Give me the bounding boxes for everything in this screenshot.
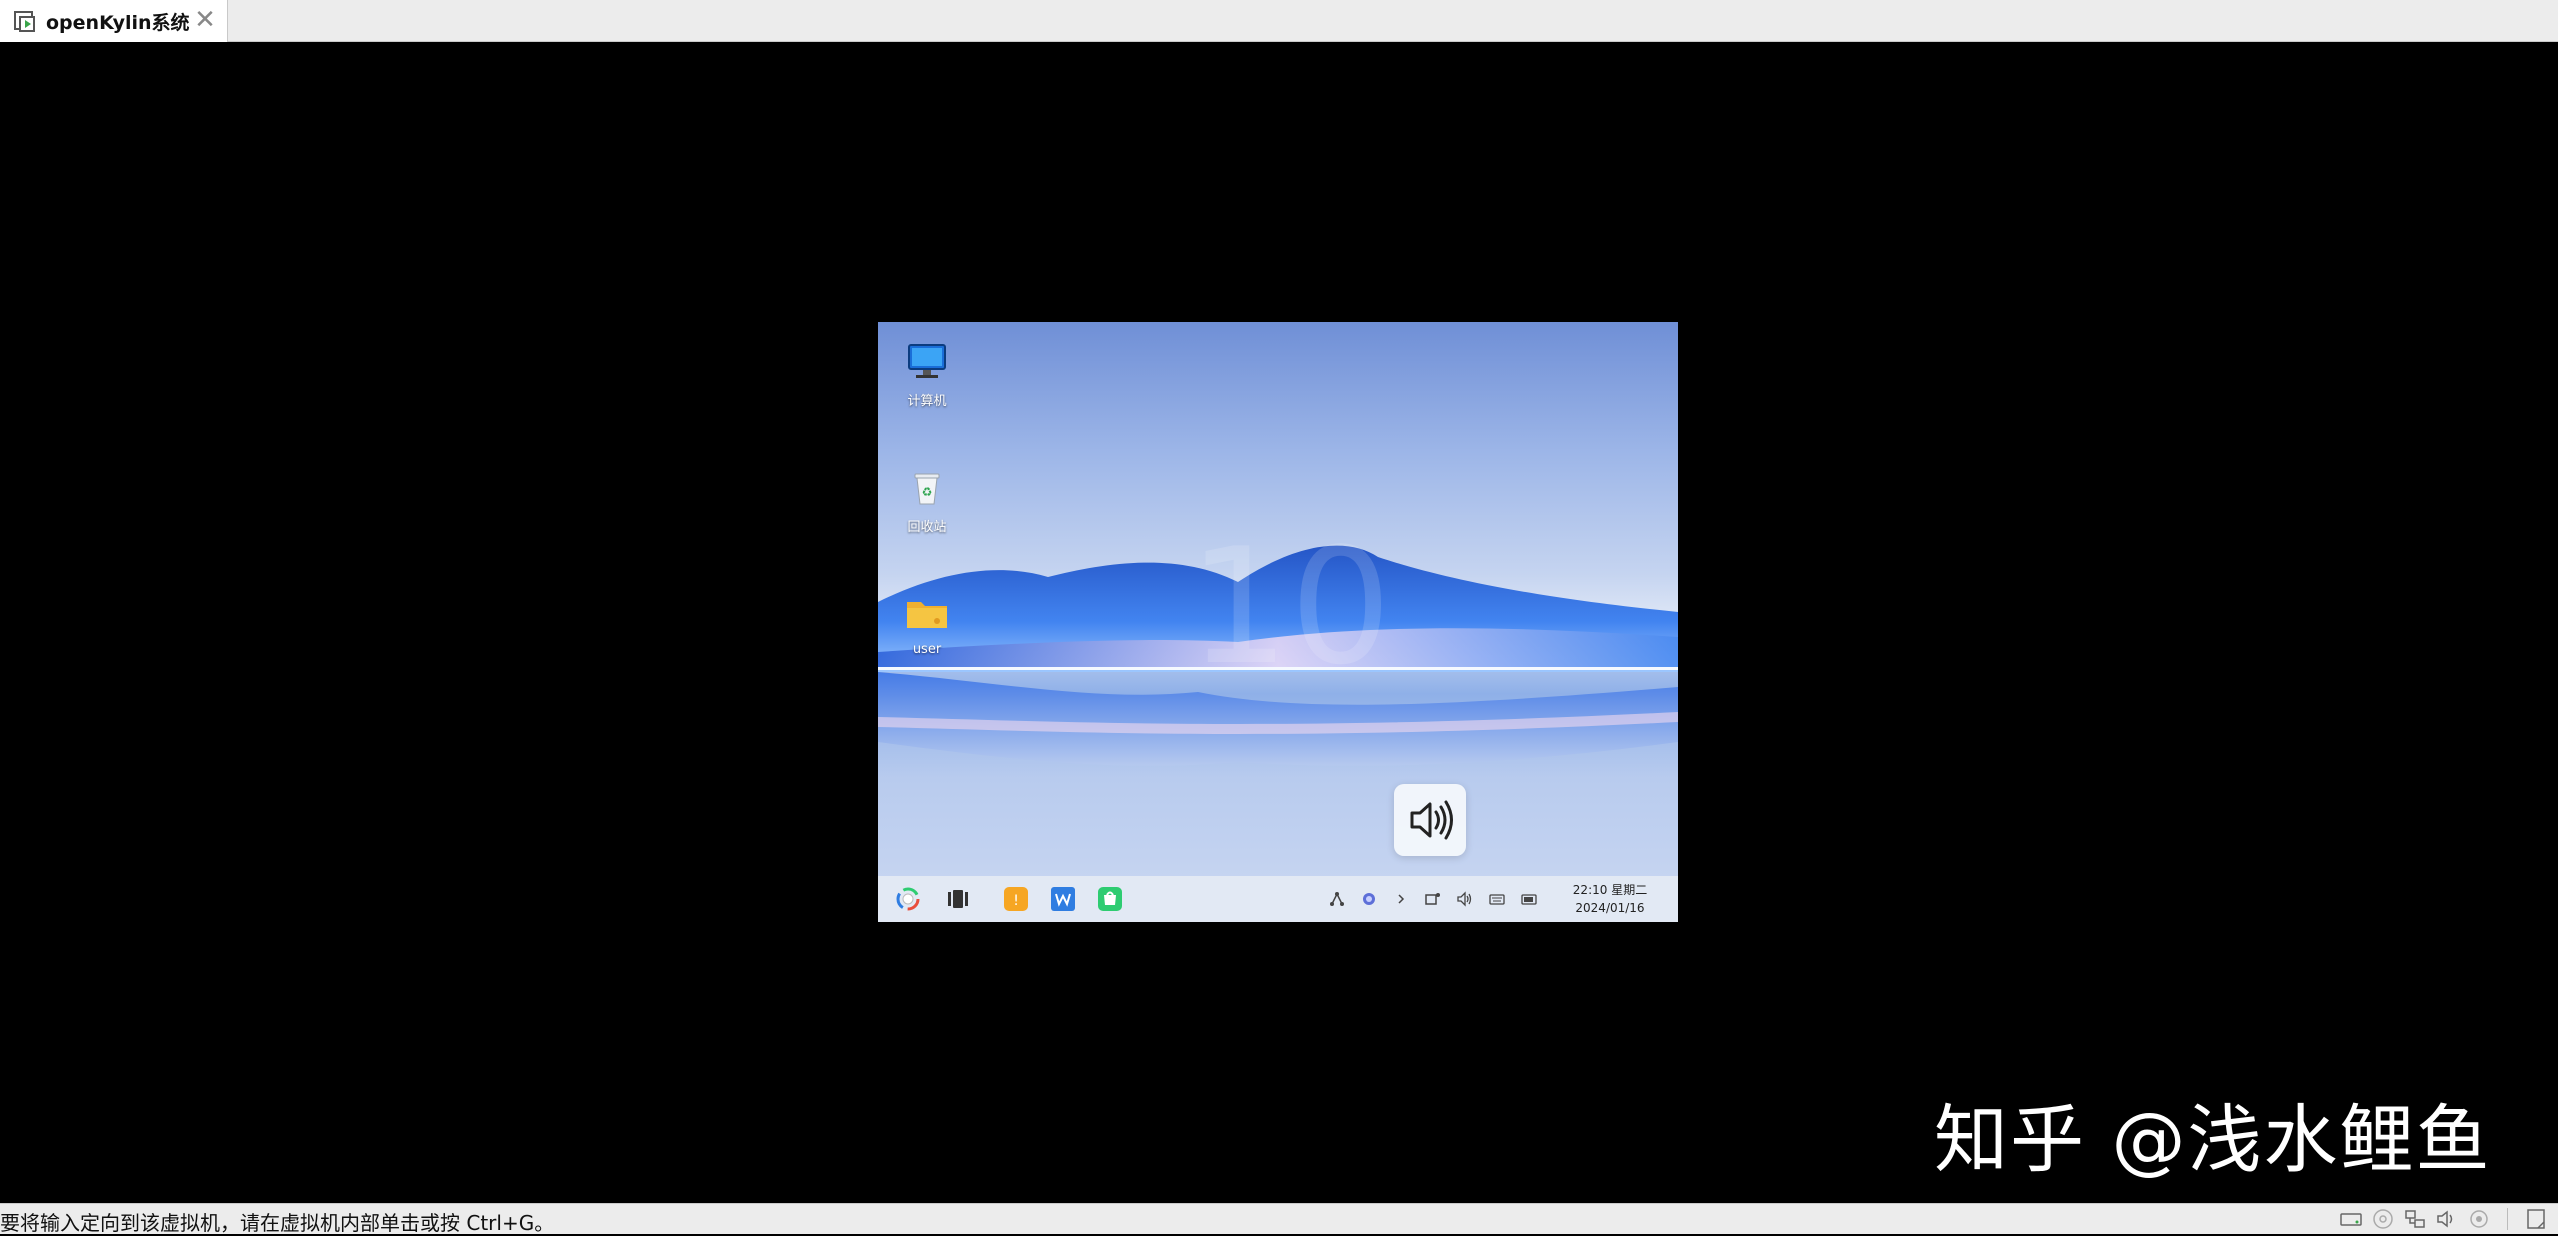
usb-icon[interactable] — [2467, 1207, 2491, 1231]
svg-text:10: 10 — [1188, 513, 1392, 700]
hard-disk-icon[interactable] — [2339, 1207, 2363, 1231]
computer-icon — [908, 344, 946, 378]
clock-time: 22:10 星期二 — [1572, 883, 1648, 897]
vm-tab-title: openKylin系统 — [46, 11, 190, 34]
volume-osd — [1394, 784, 1466, 856]
app-store-icon[interactable]: ! — [1002, 885, 1030, 913]
vm-status-bar: 要将输入定向到该虚拟机，请在虚拟机内部单击或按 Ctrl+G。 — [0, 1203, 2558, 1235]
desktop-icon-user-folder[interactable]: user — [882, 594, 972, 657]
volume-tray-icon[interactable] — [1456, 890, 1474, 908]
recycle-bin-icon: ♻ — [914, 473, 940, 505]
network-icon[interactable] — [1328, 890, 1346, 908]
desktop-icon-label: 计算机 — [907, 394, 947, 409]
vm-screen[interactable]: 10 计算机 ♻ 回收站 user ! 22:10 星期二 2024/01/16 — [878, 322, 1678, 922]
battery-icon[interactable] — [1520, 890, 1538, 908]
cd-icon[interactable] — [2371, 1207, 2395, 1231]
sound-icon[interactable] — [2435, 1207, 2459, 1231]
keyboard-icon[interactable] — [1488, 890, 1506, 908]
network-adapter-icon[interactable] — [2403, 1207, 2427, 1231]
notification-icon[interactable] — [1424, 890, 1442, 908]
software-center-icon[interactable] — [1096, 885, 1124, 913]
multitask-icon[interactable] — [944, 885, 972, 913]
message-log-icon[interactable] — [2524, 1207, 2548, 1231]
close-icon[interactable]: ✕ — [193, 7, 217, 33]
volume-icon — [1410, 800, 1453, 840]
taskbar: ! 22:10 星期二 2024/01/16 — [878, 876, 1678, 922]
desktop-icon-label: user — [912, 642, 942, 657]
status-separator — [2507, 1208, 2508, 1230]
clock-date: 2024/01/16 — [1575, 901, 1645, 915]
desktop-icon-computer[interactable]: 计算机 — [882, 342, 972, 409]
vm-icon — [12, 8, 38, 34]
expand-tray-icon[interactable] — [1392, 890, 1410, 908]
wps-icon[interactable] — [1049, 885, 1077, 913]
watermark: 知乎 @浅水鲤鱼 — [1934, 1097, 2492, 1183]
start-menu-icon[interactable] — [894, 885, 922, 913]
taskbar-clock[interactable]: 22:10 星期二 2024/01/16 — [1550, 881, 1670, 917]
desktop-icon-label: 回收站 — [907, 520, 947, 535]
desktop-icon-recycle-bin[interactable]: ♻ 回收站 — [882, 468, 972, 535]
vm-tab[interactable]: openKylin系统 ✕ — [0, 0, 228, 42]
device-icons — [2339, 1207, 2548, 1231]
svg-text:♻: ♻ — [922, 485, 933, 499]
wallpaper: 10 — [878, 513, 1678, 766]
status-message: 要将输入定向到该虚拟机，请在虚拟机内部单击或按 Ctrl+G。 — [0, 1211, 555, 1235]
folder-icon — [907, 602, 947, 628]
vm-tab-bar: openKylin系统 ✕ — [0, 0, 2558, 42]
input-method-icon[interactable] — [1360, 890, 1378, 908]
svg-text:!: ! — [1013, 893, 1019, 909]
